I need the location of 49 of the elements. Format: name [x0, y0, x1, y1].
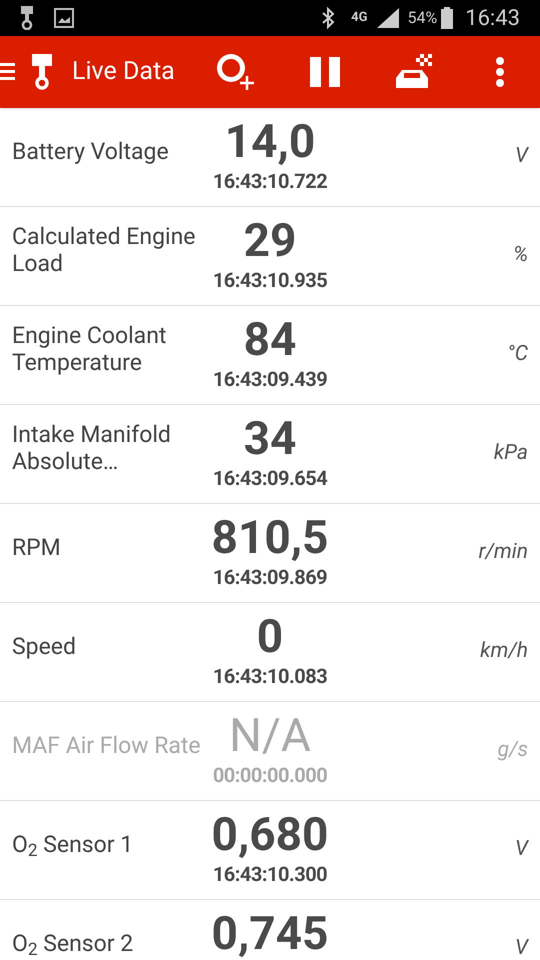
- parameter-label: O$_{2}$ Sensor 2: [11, 930, 134, 956]
- menu-icon[interactable]: [0, 61, 16, 83]
- parameter-value: 810,5: [212, 512, 328, 564]
- timestamp: 16:43:09.869: [212, 564, 328, 590]
- bluetooth-icon: [321, 7, 336, 29]
- parameter-value: 14,0: [224, 116, 316, 168]
- battery-percent: 54%: [408, 7, 438, 29]
- parameter-label: Battery Voltage: [11, 138, 170, 164]
- parameter-value: 0: [256, 611, 284, 663]
- parameter-label: RPM: [11, 534, 62, 560]
- battery-icon: [441, 7, 454, 29]
- parameter-label: MAF Air Flow Rate: [11, 732, 202, 758]
- timestamp: 16:43:10.300: [212, 861, 328, 887]
- clock: 16:43: [465, 4, 520, 32]
- parameter-label: O$_{2}$ Sensor 1: [11, 830, 134, 858]
- parameter-value: 0,745: [212, 908, 328, 960]
- unit-label: V: [515, 836, 530, 864]
- screen-title: Live Data: [72, 56, 175, 88]
- parameter-value: 34: [244, 413, 296, 465]
- piston-icon: [20, 6, 34, 30]
- parameter-label: Speed: [11, 632, 77, 660]
- timestamp: 16:43:09.654: [212, 465, 328, 491]
- parameter-value: N/A: [229, 710, 311, 762]
- unit-label: V: [515, 143, 530, 170]
- add-gauge-icon[interactable]: [216, 53, 254, 91]
- timestamp: 16:43:10.083: [212, 663, 328, 689]
- timestamp: 00:00:00.000: [212, 762, 328, 788]
- parameter-value: 0,680: [212, 809, 328, 861]
- parameter-label: Engine Coolant Temperature: [11, 322, 168, 376]
- unit-label: kPa: [494, 440, 529, 468]
- network-type: 4G: [351, 9, 368, 28]
- parameter-label: Intake Manifold Absolute…: [11, 421, 172, 475]
- unit-label: V: [515, 935, 530, 960]
- unit-label: °C: [507, 341, 529, 368]
- piston-icon: [32, 54, 52, 90]
- parameter-label: Calculated Engine Load: [11, 223, 196, 277]
- unit-label: %: [513, 242, 529, 270]
- unit-label: km/h: [480, 638, 529, 666]
- parameter-value: 84: [244, 314, 296, 366]
- timestamp: 16:43:10.722: [212, 168, 328, 194]
- timestamp: 16:43:10.935: [212, 267, 328, 293]
- unit-label: g/s: [498, 737, 529, 764]
- unit-label: r/min: [478, 539, 529, 566]
- parameter-value: 29: [244, 215, 296, 267]
- pause-icon[interactable]: [310, 57, 340, 87]
- more-icon[interactable]: [496, 57, 504, 87]
- image-icon: [54, 8, 74, 28]
- timestamp: 16:43:09.439: [212, 366, 328, 392]
- signal-icon: [376, 7, 400, 29]
